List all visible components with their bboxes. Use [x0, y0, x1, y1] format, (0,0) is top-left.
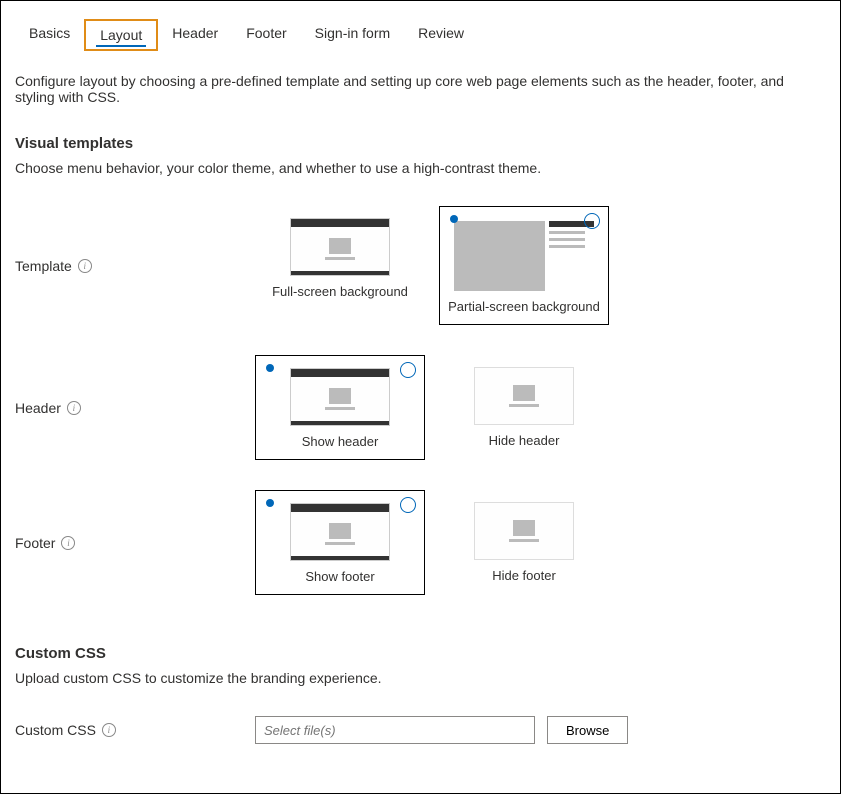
tab-signin[interactable]: Sign-in form	[301, 19, 404, 51]
row-custom-css: Custom CSS i Browse	[15, 716, 826, 744]
thumbnail-partial	[454, 221, 594, 291]
custom-css-title: Custom CSS	[15, 645, 826, 662]
label-custom-css: Custom CSS i	[15, 722, 255, 738]
radio-circle-icon	[584, 213, 600, 229]
thumbnail-hide-footer	[474, 502, 574, 560]
label-header-text: Header	[15, 400, 61, 416]
info-icon[interactable]: i	[67, 401, 81, 415]
label-template: Template i	[15, 258, 255, 274]
thumbnail-show-footer	[290, 503, 390, 561]
visual-templates-title: Visual templates	[15, 135, 826, 152]
layout-description: Configure layout by choosing a pre-defin…	[15, 73, 826, 105]
selected-dot-icon	[266, 364, 274, 372]
info-icon[interactable]: i	[61, 536, 75, 550]
tab-header[interactable]: Header	[158, 19, 232, 51]
tab-basics[interactable]: Basics	[15, 19, 84, 51]
footer-show-label: Show footer	[264, 569, 416, 584]
label-header: Header i	[15, 400, 255, 416]
selected-dot-icon	[266, 499, 274, 507]
radio-circle-icon	[400, 362, 416, 378]
label-custom-css-text: Custom CSS	[15, 722, 96, 738]
footer-option-show[interactable]: Show footer	[255, 490, 425, 595]
thumbnail-show-header	[290, 368, 390, 426]
thumbnail-hide-header	[474, 367, 574, 425]
row-header: Header i Show header Hide header	[15, 355, 826, 460]
header-option-hide[interactable]: Hide header	[439, 355, 609, 460]
tab-review[interactable]: Review	[404, 19, 478, 51]
label-template-text: Template	[15, 258, 72, 274]
tabs-bar: Basics Layout Header Footer Sign-in form…	[15, 19, 826, 51]
radio-circle-icon	[400, 497, 416, 513]
header-hide-label: Hide header	[447, 433, 601, 448]
template-fullscreen-label: Full-screen background	[263, 284, 417, 299]
info-icon[interactable]: i	[78, 259, 92, 273]
info-icon[interactable]: i	[102, 723, 116, 737]
template-option-fullscreen[interactable]: Full-screen background	[255, 206, 425, 325]
label-footer-text: Footer	[15, 535, 55, 551]
selected-dot-icon	[450, 215, 458, 223]
template-partial-label: Partial-screen background	[448, 299, 600, 314]
custom-css-file-input[interactable]	[255, 716, 535, 744]
tab-footer[interactable]: Footer	[232, 19, 300, 51]
visual-templates-subtitle: Choose menu behavior, your color theme, …	[15, 160, 826, 176]
row-template: Template i Full-screen background Partia…	[15, 206, 826, 325]
thumbnail-fullscreen	[290, 218, 390, 276]
header-show-label: Show header	[264, 434, 416, 449]
row-footer: Footer i Show footer Hide footer	[15, 490, 826, 595]
template-option-partial[interactable]: Partial-screen background	[439, 206, 609, 325]
custom-css-subtitle: Upload custom CSS to customize the brand…	[15, 670, 826, 686]
footer-option-hide[interactable]: Hide footer	[439, 490, 609, 595]
header-option-show[interactable]: Show header	[255, 355, 425, 460]
footer-hide-label: Hide footer	[447, 568, 601, 583]
label-footer: Footer i	[15, 535, 255, 551]
tab-layout[interactable]: Layout	[84, 19, 158, 51]
browse-button[interactable]: Browse	[547, 716, 628, 744]
